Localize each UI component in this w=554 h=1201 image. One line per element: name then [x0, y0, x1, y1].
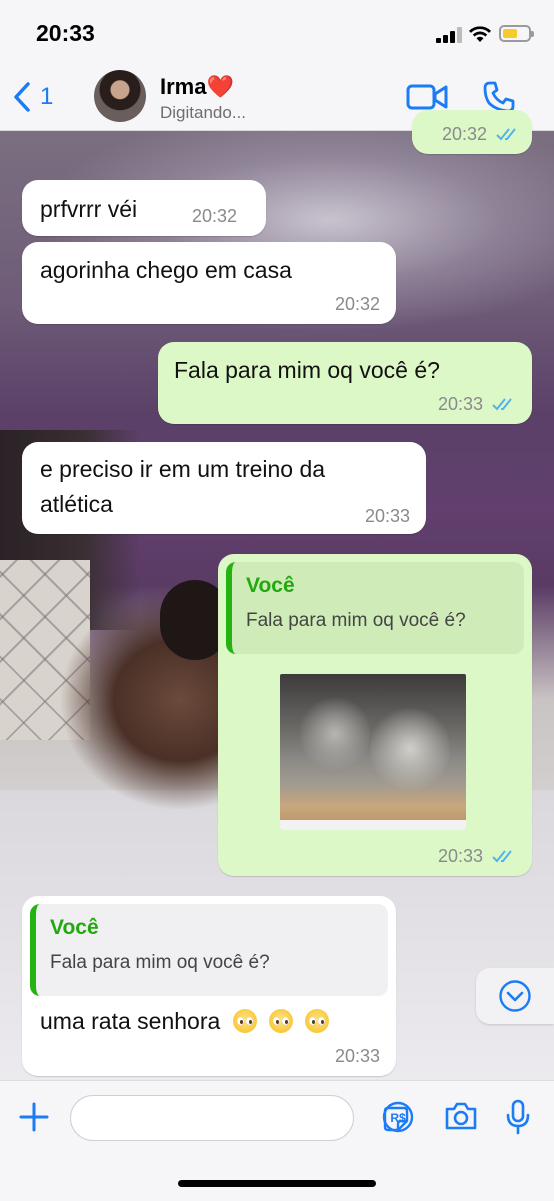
quoted-text: Fala para mim oq você é? — [50, 952, 270, 973]
message-text: uma rata senhora — [40, 1008, 221, 1034]
message-time: 20:32 — [334, 294, 380, 314]
wifi-icon — [469, 26, 491, 42]
pleading-face-emoji — [269, 1009, 294, 1033]
message-bubble-outgoing[interactable]: Fala para mim oq você é? 20:33 — [158, 342, 532, 424]
message-text: agorinha chego em casa — [40, 257, 292, 283]
payment-button[interactable]: R$ — [382, 1101, 414, 1133]
quoted-text: Fala para mim oq você é? — [246, 610, 466, 631]
message-time: 20:33 — [437, 394, 483, 414]
message-bubble-incoming[interactable]: Você Fala para mim oq você é? uma rata s… — [22, 896, 396, 1076]
battery-icon — [499, 25, 534, 42]
plus-button[interactable] — [18, 1101, 50, 1133]
chevron-left-icon — [14, 82, 30, 112]
video-thumbnail[interactable] — [280, 674, 466, 830]
message-time: 20:33 — [364, 506, 410, 526]
status-time: 20:33 — [36, 20, 95, 46]
message-bubble-incoming[interactable]: agorinha chego em casa 20:32 — [22, 242, 396, 324]
contact-status: Digitando... — [160, 103, 246, 122]
message-bubble-incoming[interactable]: e preciso ir em um treino da atlética 20… — [22, 442, 426, 534]
message-time: 20:33 — [437, 846, 483, 866]
quoted-author: Você — [50, 916, 99, 939]
message-time: 20:32 — [192, 206, 238, 226]
unread-count: 1 — [40, 83, 54, 110]
svg-text:R$: R$ — [390, 1111, 406, 1125]
message-bubble-outgoing[interactable]: 20:32 — [412, 110, 532, 154]
message-time: 20:32 — [441, 124, 487, 144]
quoted-author: Você — [246, 574, 295, 597]
quoted-message[interactable]: Você Fala para mim oq você é? — [30, 904, 388, 996]
video-call-button[interactable] — [406, 82, 448, 112]
read-ticks-icon — [496, 128, 516, 141]
phone-call-button[interactable] — [482, 80, 516, 114]
message-text: prfvrrr véi — [40, 196, 138, 222]
scroll-to-bottom-button[interactable] — [476, 968, 554, 1024]
microphone-button[interactable] — [506, 1099, 530, 1135]
message-text: Fala para mim oq você é? — [174, 357, 440, 383]
home-indicator[interactable] — [178, 1180, 376, 1187]
message-text-line-1: e preciso ir em um treino da — [40, 456, 326, 482]
message-bubble-incoming[interactable]: prfvrrr véi 20:32 — [22, 180, 266, 236]
status-bar: 20:33 — [0, 0, 554, 66]
read-ticks-icon — [492, 850, 512, 863]
contact-avatar[interactable] — [94, 70, 146, 122]
quoted-message[interactable]: Você Fala para mim oq você é? — [226, 562, 524, 654]
read-ticks-icon — [492, 398, 512, 411]
message-time: 20:33 — [334, 1046, 380, 1066]
message-bubble-outgoing[interactable]: Você Fala para mim oq você é? 20:33 — [218, 554, 532, 876]
pleading-face-emoji — [305, 1009, 330, 1033]
chevron-down-circle-icon — [499, 980, 531, 1012]
message-text-line-2: atlética — [40, 491, 113, 517]
camera-button[interactable] — [444, 1101, 478, 1131]
message-input[interactable] — [70, 1095, 409, 1141]
cellular-signal-icon — [436, 27, 462, 43]
pleading-face-emoji — [232, 1009, 257, 1033]
back-button[interactable]: 1 — [12, 80, 53, 114]
contact-name[interactable]: Irma❤️ — [160, 74, 234, 100]
